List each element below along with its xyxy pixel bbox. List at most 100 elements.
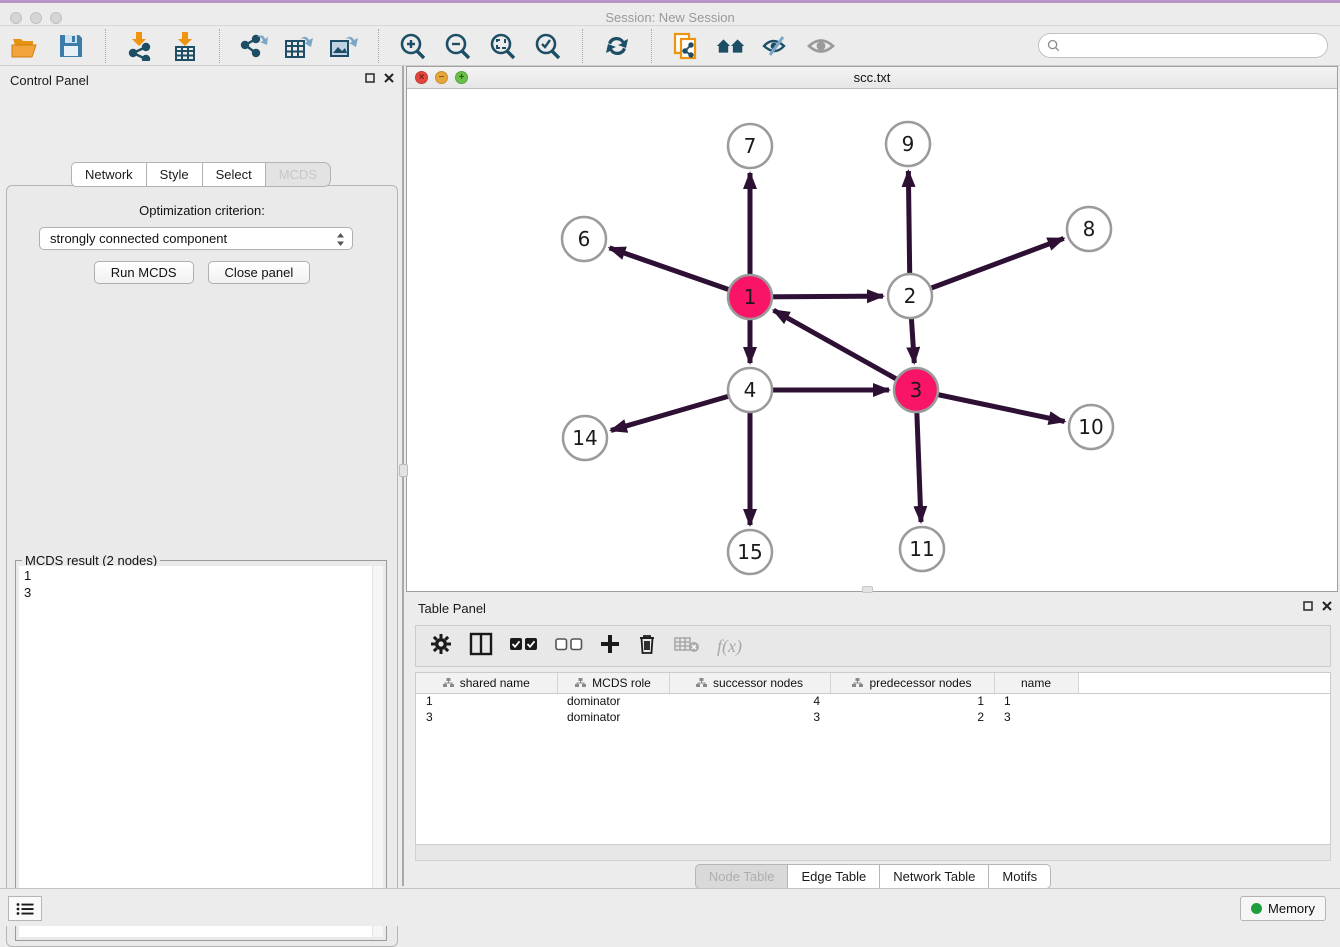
vertical-splitter-handle[interactable] xyxy=(399,464,408,477)
create-column-plus-icon[interactable] xyxy=(600,634,620,659)
session-title: Session: New Session xyxy=(0,10,1340,25)
control-panel: Control Panel NetworkStyleSelectMCDS Opt… xyxy=(0,66,404,886)
zoom-fit-icon[interactable] xyxy=(487,30,519,62)
save-session-icon[interactable] xyxy=(55,30,87,62)
open-session-icon[interactable] xyxy=(10,30,42,62)
run-mcds-button[interactable]: Run MCDS xyxy=(94,261,194,284)
edge-3-1[interactable] xyxy=(774,310,916,390)
graph-node-7[interactable]: 7 xyxy=(728,124,772,168)
control-panel-title: Control Panel xyxy=(10,73,89,88)
graph-node-1[interactable]: 1 xyxy=(728,275,772,319)
criterion-select[interactable]: strongly connected component xyxy=(39,227,353,250)
select-all-columns-icon[interactable] xyxy=(510,637,538,656)
graph-node-11[interactable]: 11 xyxy=(900,527,944,571)
column-header-name[interactable]: name xyxy=(994,673,1078,693)
result-scrollbar[interactable] xyxy=(372,566,383,937)
tab-motifs[interactable]: Motifs xyxy=(989,864,1051,889)
import-network-icon[interactable] xyxy=(124,30,156,62)
tab-edge-table[interactable]: Edge Table xyxy=(788,864,880,889)
tab-network[interactable]: Network xyxy=(71,162,147,187)
graph-node-2[interactable]: 2 xyxy=(888,274,932,318)
export-network-icon[interactable] xyxy=(238,30,270,62)
network-canvas[interactable]: 7 9 6 8 1 2 4 3 14 10 15 11 xyxy=(407,89,1337,591)
horizontal-splitter-handle[interactable] xyxy=(862,586,873,593)
graph-node-6[interactable]: 6 xyxy=(562,217,606,261)
search-field[interactable] xyxy=(1038,33,1328,58)
close-panel-button[interactable]: Close panel xyxy=(208,261,311,284)
table-horizontal-scrollbar[interactable] xyxy=(415,845,1331,861)
svg-text:6: 6 xyxy=(578,227,591,251)
mcds-panel: Optimization criterion: strongly connect… xyxy=(6,185,398,947)
delete-table-icon[interactable] xyxy=(674,635,700,658)
tab-network-table[interactable]: Network Table xyxy=(880,864,989,889)
cell-shared-name[interactable]: 1 xyxy=(416,693,557,709)
graph-node-3[interactable]: 3 xyxy=(894,368,938,412)
show-all-icon[interactable] xyxy=(805,30,837,62)
mcds-result-item: 3 xyxy=(24,584,383,601)
first-neighbors-icon[interactable] xyxy=(715,30,747,62)
show-column-panel-icon[interactable] xyxy=(469,632,493,661)
table-row[interactable]: 1dominator411 xyxy=(416,693,1330,709)
apply-layout-icon[interactable] xyxy=(601,30,633,62)
delete-column-trash-icon[interactable] xyxy=(637,633,657,660)
graph-node-9[interactable]: 9 xyxy=(886,122,930,166)
table-toolbar: f(x) xyxy=(415,625,1331,667)
cell-MCDS-role[interactable]: dominator xyxy=(557,709,669,725)
node-table[interactable]: shared nameMCDS rolesuccessor nodesprede… xyxy=(415,672,1331,845)
tab-mcds[interactable]: MCDS xyxy=(266,162,331,187)
graph-node-10[interactable]: 10 xyxy=(1069,405,1113,449)
export-image-icon[interactable] xyxy=(328,30,360,62)
cell-successor-nodes[interactable]: 4 xyxy=(669,693,830,709)
float-panel-icon[interactable] xyxy=(365,73,375,83)
toolbar-separator xyxy=(105,29,106,63)
svg-text:10: 10 xyxy=(1078,415,1103,439)
cell-filler xyxy=(1078,709,1330,725)
network-window-titlebar[interactable]: × − + scc.txt xyxy=(407,67,1337,89)
close-panel-icon[interactable] xyxy=(384,73,394,83)
cell-name[interactable]: 3 xyxy=(994,709,1078,725)
table-tabs: Node TableEdge TableNetwork TableMotifs xyxy=(406,864,1340,889)
zoom-in-icon[interactable] xyxy=(397,30,429,62)
cell-MCDS-role[interactable]: dominator xyxy=(557,693,669,709)
import-table-icon[interactable] xyxy=(169,30,201,62)
zoom-selected-icon[interactable] xyxy=(532,30,564,62)
column-header-successor-nodes[interactable]: successor nodes xyxy=(669,673,830,693)
cell-predecessor-nodes[interactable]: 1 xyxy=(830,693,994,709)
float-table-panel-icon[interactable] xyxy=(1303,601,1313,611)
zoom-out-icon[interactable] xyxy=(442,30,474,62)
search-input[interactable] xyxy=(1065,38,1327,53)
cell-predecessor-nodes[interactable]: 2 xyxy=(830,709,994,725)
graph-node-15[interactable]: 15 xyxy=(728,530,772,574)
svg-text:1: 1 xyxy=(744,285,757,309)
tab-style[interactable]: Style xyxy=(147,162,203,187)
close-table-panel-icon[interactable] xyxy=(1322,601,1332,611)
tab-select[interactable]: Select xyxy=(203,162,266,187)
table-row[interactable]: 3dominator323 xyxy=(416,709,1330,725)
edge-2-8[interactable] xyxy=(910,238,1064,296)
svg-text:4: 4 xyxy=(744,378,757,402)
export-table-icon[interactable] xyxy=(283,30,315,62)
deselect-all-columns-icon[interactable] xyxy=(555,637,583,656)
select-chevrons-icon xyxy=(336,232,345,247)
svg-text:9: 9 xyxy=(902,132,915,156)
cell-name[interactable]: 1 xyxy=(994,693,1078,709)
cell-shared-name[interactable]: 3 xyxy=(416,709,557,725)
tab-node-table[interactable]: Node Table xyxy=(695,864,789,889)
svg-text:11: 11 xyxy=(909,537,934,561)
memory-button[interactable]: Memory xyxy=(1240,896,1326,921)
graph-node-14[interactable]: 14 xyxy=(563,416,607,460)
svg-text:15: 15 xyxy=(737,540,762,564)
column-header-shared-name[interactable]: shared name xyxy=(416,673,557,693)
table-settings-gear-icon[interactable] xyxy=(430,633,452,660)
graph-node-8[interactable]: 8 xyxy=(1067,207,1111,251)
function-builder-icon[interactable]: f(x) xyxy=(717,636,742,657)
column-header-MCDS-role[interactable]: MCDS role xyxy=(557,673,669,693)
cell-successor-nodes[interactable]: 3 xyxy=(669,709,830,725)
mcds-result-list[interactable]: 13 xyxy=(19,566,383,937)
new-network-from-selection-icon[interactable] xyxy=(670,30,702,62)
column-header-predecessor-nodes[interactable]: predecessor nodes xyxy=(830,673,994,693)
hide-selected-icon[interactable] xyxy=(760,30,792,62)
task-history-button[interactable] xyxy=(8,896,42,921)
svg-text:14: 14 xyxy=(572,426,597,450)
graph-node-4[interactable]: 4 xyxy=(728,368,772,412)
